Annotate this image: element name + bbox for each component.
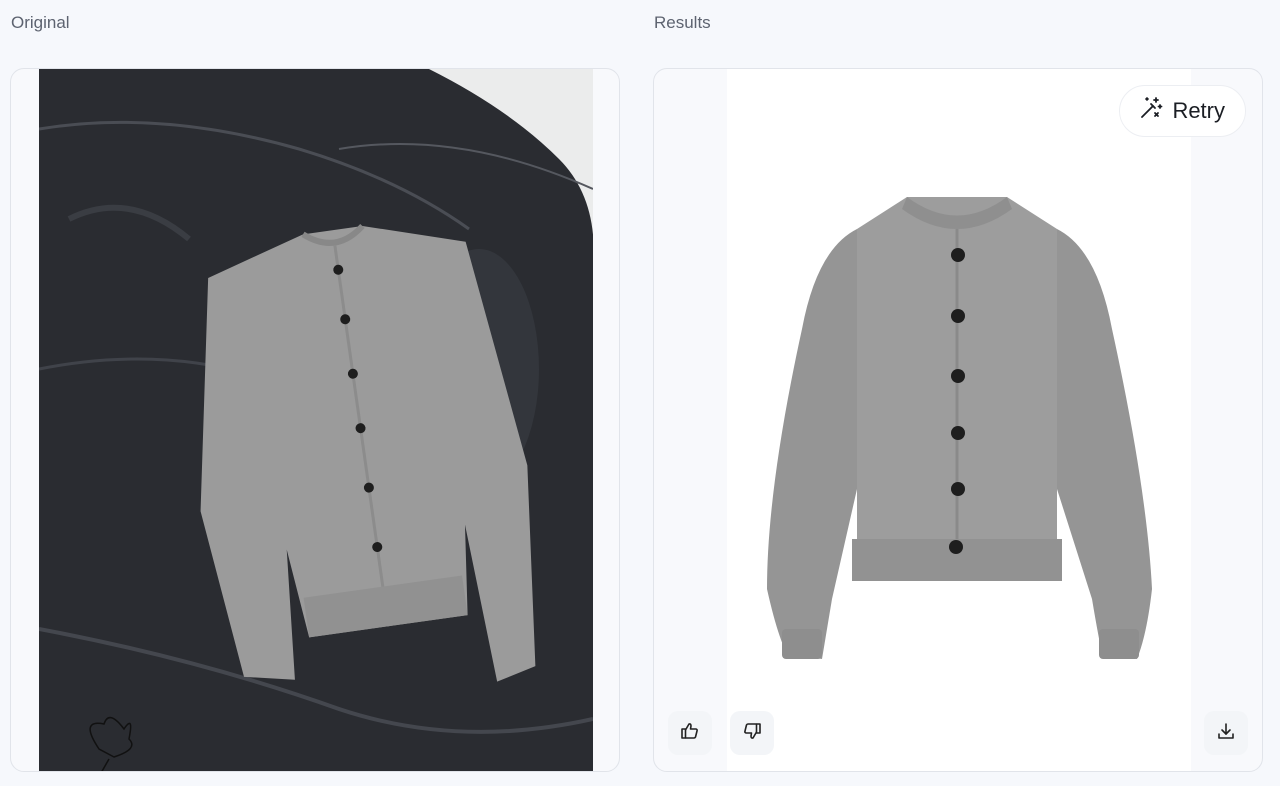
thumbs-up-button[interactable] <box>668 711 712 755</box>
result-photo <box>727 69 1191 771</box>
original-photo <box>39 69 593 771</box>
download-button[interactable] <box>1204 711 1248 755</box>
thumbs-up-icon <box>680 721 700 746</box>
original-panel <box>10 68 620 772</box>
thumbs-down-button[interactable] <box>730 711 774 755</box>
retry-label: Retry <box>1172 98 1225 123</box>
results-label: Results <box>654 13 711 32</box>
original-label: Original <box>11 13 70 32</box>
magic-wand-icon <box>1138 95 1164 127</box>
retry-button[interactable]: Retry <box>1119 85 1246 137</box>
thumbs-down-icon <box>742 721 762 746</box>
results-panel: Retry <box>653 68 1263 772</box>
download-icon <box>1216 721 1236 746</box>
